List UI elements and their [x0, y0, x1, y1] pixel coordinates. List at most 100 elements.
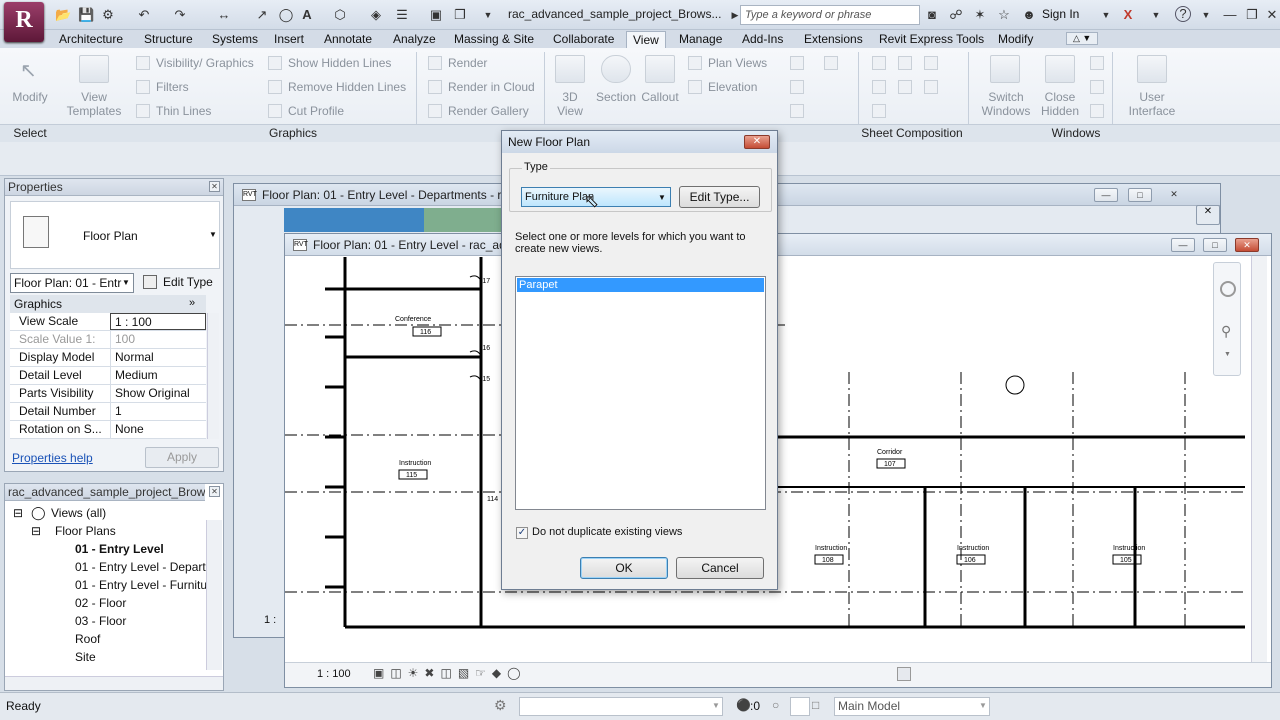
view-close-button[interactable]: ✕ [1162, 188, 1186, 202]
ribbon-minimize-icon[interactable]: △ ▼ [1066, 32, 1099, 45]
plan-views-button[interactable]: Plan Views [708, 56, 767, 70]
undo-icon[interactable]: ↶ [136, 6, 152, 24]
property-value[interactable]: Medium [110, 367, 206, 384]
switch-windows-button[interactable]: Switch Windows [978, 90, 1034, 118]
tab-architecture[interactable]: Architecture [53, 31, 129, 48]
zoom-icon[interactable]: ⚲ [1221, 323, 1231, 340]
editable-only-icon[interactable]: ⚫ [736, 698, 751, 712]
section-button[interactable]: Section [592, 90, 640, 104]
show-hidden-lines-button[interactable]: Show Hidden Lines [288, 56, 391, 70]
edit-type-button[interactable]: Edit Type [163, 275, 213, 289]
worksets-icon[interactable]: ⚙ [494, 697, 507, 714]
workset-dropdown-icon[interactable]: ▼ [712, 701, 720, 710]
property-value[interactable]: Normal [110, 349, 206, 366]
sheet-icon[interactable] [872, 56, 886, 70]
view-templates-button[interactable]: View Templates [62, 90, 126, 118]
back-view-scale[interactable]: 1 : [264, 614, 276, 626]
view-minimize-button[interactable]: — [1171, 238, 1195, 252]
3d-view-button[interactable]: 3D View [548, 90, 592, 118]
tree-item[interactable]: 01 - Entry Level - Furnitu [75, 576, 207, 594]
model-dropdown-icon[interactable]: ▼ [979, 701, 987, 710]
view-reference-icon[interactable] [872, 80, 886, 94]
browser-horizontal-scrollbar[interactable] [5, 676, 223, 690]
tab-view[interactable]: View [626, 31, 666, 48]
tree-item[interactable]: 02 - Floor [75, 594, 126, 612]
guide-grid-icon[interactable] [898, 80, 912, 94]
property-row-detail-level[interactable]: Detail Level Medium [10, 367, 206, 385]
design-options-toggle[interactable] [790, 697, 810, 716]
titleblock-icon[interactable] [898, 56, 912, 70]
tab-structure[interactable]: Structure [138, 31, 199, 48]
user-interface-button[interactable]: User Interface [1124, 90, 1180, 118]
app-minimize-icon[interactable]: — [1222, 6, 1238, 24]
communication-icon[interactable]: ✶ [972, 6, 988, 24]
type-dropdown-icon[interactable]: ▼ [209, 230, 217, 239]
design-option-dropdown[interactable]: Main Model [834, 697, 990, 716]
filters-button[interactable]: Filters [156, 80, 189, 94]
ok-button[interactable]: OK [580, 557, 668, 579]
aligned-dimension-icon[interactable]: ↗ [254, 6, 270, 24]
dialog-close-button[interactable]: ✕ [744, 135, 770, 149]
text-icon[interactable]: A [299, 6, 315, 24]
exchange-dropdown-icon[interactable]: ▼ [1148, 6, 1164, 24]
render-button[interactable]: Render [448, 56, 487, 70]
save-icon[interactable]: 💾 [78, 6, 94, 24]
tab-massing-site[interactable]: Massing & Site [448, 31, 540, 48]
apply-button[interactable]: Apply [145, 447, 219, 468]
view-control-icons[interactable]: ▣◫☀✖◫▧☞◆◯ [373, 666, 527, 680]
thin-lines-icon[interactable]: ☰ [394, 6, 410, 24]
cancel-button[interactable]: Cancel [676, 557, 764, 579]
design-options-icon[interactable]: ○ [772, 698, 779, 712]
panel-sheet-composition[interactable]: Sheet Composition [858, 125, 966, 141]
view-maximize-button[interactable]: □ [1203, 238, 1227, 252]
type-selector[interactable]: Floor Plan ▼ [10, 201, 220, 269]
callout-button[interactable]: Callout [638, 90, 682, 104]
property-row-view-scale[interactable]: View Scale 1 : 100 [10, 313, 206, 331]
application-menu-button[interactable]: R [4, 2, 44, 42]
sign-in-link[interactable]: Sign In [1042, 7, 1079, 21]
render-in-cloud-button[interactable]: Render in Cloud [448, 80, 535, 94]
tab-systems[interactable]: Systems [206, 31, 264, 48]
sign-in-dropdown-icon[interactable]: ▼ [1098, 6, 1114, 24]
app-restore-icon[interactable]: ❐ [1244, 6, 1260, 24]
properties-close-icon[interactable]: ✕ [209, 181, 220, 192]
scope-box-icon[interactable] [790, 80, 804, 94]
do-not-duplicate-checkbox[interactable]: ✓ [516, 527, 528, 539]
cascade-icon[interactable] [1090, 80, 1104, 94]
steering-wheel-icon[interactable] [1220, 281, 1236, 297]
measure-icon[interactable]: ↔ [216, 6, 232, 24]
property-row-display-model[interactable]: Display Model Normal [10, 349, 206, 367]
tile-icon[interactable] [1090, 104, 1104, 118]
app-close-icon[interactable]: ✕ [1264, 6, 1280, 24]
viewports-icon[interactable] [872, 104, 886, 118]
panel-select[interactable]: Select [4, 125, 56, 141]
property-value[interactable]: Show Original [110, 385, 206, 402]
view-maximize-button[interactable]: □ [1128, 188, 1152, 202]
tab-annotate[interactable]: Annotate [318, 31, 378, 48]
tab-revit-express-tools[interactable]: Revit Express Tools [873, 31, 990, 48]
level-item-selected[interactable]: Parapet [517, 278, 764, 292]
view-window-entry-level[interactable]: Floor Plan: 01 - Entry Level - rac_adv R… [284, 233, 1272, 688]
tree-toggle-icon[interactable]: ⊟ [13, 504, 23, 522]
close-hidden-button[interactable]: Close Hidden [1036, 90, 1084, 118]
default-3d-view-icon[interactable]: ⬡ [332, 6, 348, 24]
panel-graphics[interactable]: Graphics [60, 125, 526, 141]
binoculars-icon[interactable]: ◙ [924, 6, 940, 24]
instance-dropdown-icon[interactable]: ▼ [122, 278, 130, 287]
qat-dropdown-icon[interactable]: ▼ [480, 6, 496, 24]
underlying-window-close[interactable]: ✕ [1196, 205, 1220, 225]
switch-windows-icon[interactable]: ❐ [452, 6, 468, 24]
edit-type-dialog-button[interactable]: Edit Type... [679, 186, 760, 208]
view-close-button[interactable]: ✕ [1235, 238, 1259, 252]
remove-hidden-lines-button[interactable]: Remove Hidden Lines [288, 80, 406, 94]
tree-toggle-icon[interactable]: ⊟ [31, 522, 41, 540]
levels-list[interactable]: Parapet [515, 276, 766, 510]
modify-button[interactable]: Modify [8, 90, 52, 104]
tab-insert[interactable]: Insert [268, 31, 310, 48]
help-icon[interactable]: ? [1175, 6, 1191, 22]
tag-icon[interactable]: ◯ [278, 6, 294, 24]
tree-item[interactable]: Roof [75, 630, 100, 648]
browser-scrollbar[interactable] [206, 520, 222, 670]
view-minimize-button[interactable]: — [1094, 188, 1118, 202]
tree-floor-plans[interactable]: Floor Plans [55, 522, 116, 540]
